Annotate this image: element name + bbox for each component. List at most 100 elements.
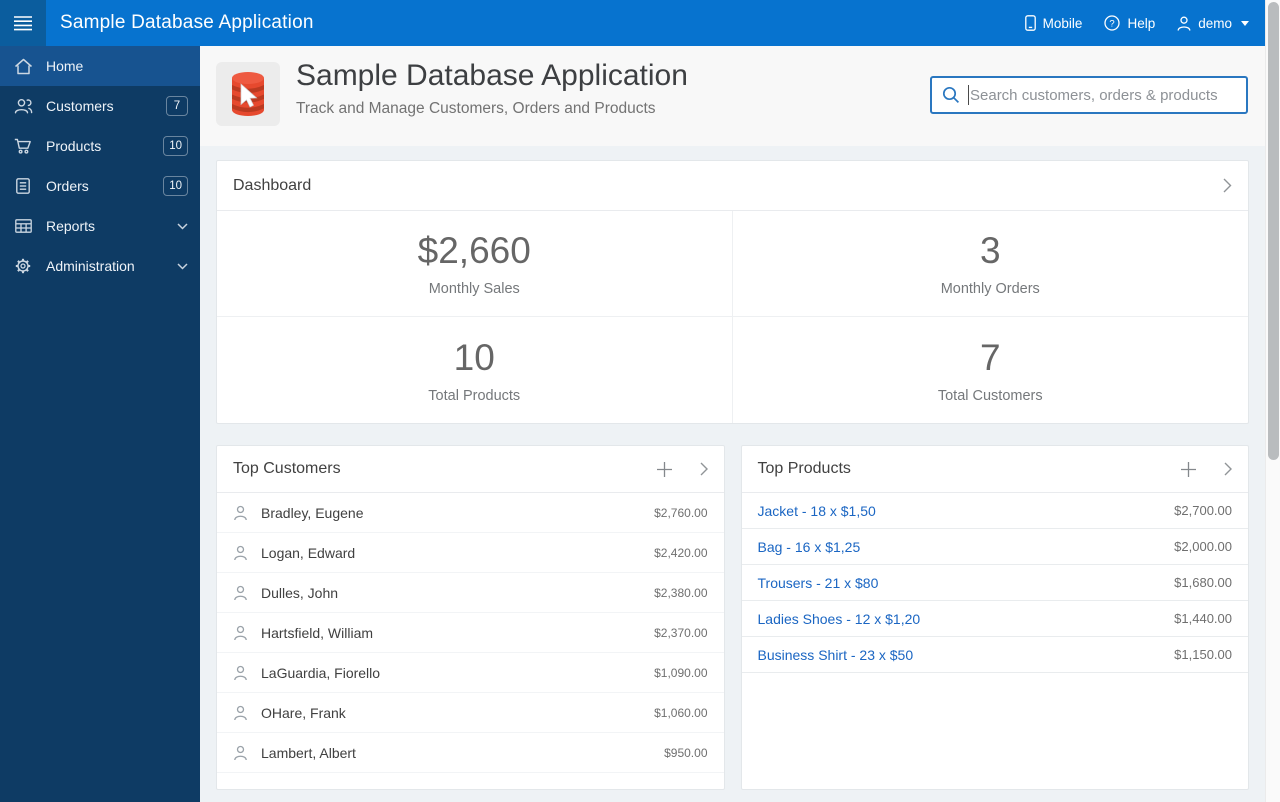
customer-row[interactable]: LaGuardia, Fiorello $1,090.00	[217, 653, 724, 693]
sidebar-item-label: Administration	[46, 258, 135, 274]
product-row: Bag - 16 x $1,25 $2,000.00	[741, 529, 1248, 565]
metric-label: Total Products	[428, 387, 521, 404]
person-icon	[233, 625, 248, 641]
top-products-card: Top Products Jacket - 18 x $1,50 $2,700.…	[740, 445, 1249, 790]
home-icon	[0, 58, 46, 75]
sidebar-navigation: Home Customers 7 Products 10 Orders 10 R…	[0, 46, 200, 802]
app-header: Sample Database Application Track and Ma…	[200, 46, 1265, 146]
product-row: Trousers - 21 x $80 $1,680.00	[741, 565, 1248, 601]
gear-icon	[0, 257, 46, 275]
vertical-scrollbar[interactable]	[1265, 0, 1280, 802]
product-amount: $1,440.00	[1174, 611, 1232, 626]
metric-label: Monthly Orders	[940, 281, 1040, 297]
product-amount: $1,150.00	[1174, 647, 1232, 662]
sidebar-toggle-button[interactable]	[0, 0, 46, 46]
person-icon	[233, 505, 248, 521]
sidebar-item-reports[interactable]: Reports	[0, 206, 200, 246]
metric-value: 7	[979, 336, 1001, 378]
cards-row: Top Customers Bradley, Eugene $2,760.00 …	[216, 445, 1249, 790]
hamburger-menu-icon	[14, 15, 32, 31]
add-product-button[interactable]	[1180, 461, 1197, 478]
product-row: Jacket - 18 x $1,50 $2,700.00	[741, 493, 1248, 529]
customer-name: Bradley, Eugene	[261, 504, 364, 521]
sidebar-item-label: Products	[46, 138, 102, 154]
product-amount: $2,700.00	[1174, 503, 1232, 518]
app-title-block: Sample Database Application Track and Ma…	[296, 59, 688, 118]
caret-down-icon	[1241, 20, 1249, 26]
chevron-right-icon[interactable]	[1224, 462, 1232, 476]
products-count-badge: 10	[163, 136, 188, 156]
customer-name: Dulles, John	[261, 584, 339, 601]
chevron-down-icon	[177, 222, 188, 230]
search-icon	[942, 86, 960, 104]
add-customer-button[interactable]	[656, 461, 673, 478]
window-title: Sample Database Application	[60, 12, 314, 33]
cart-icon	[0, 138, 46, 154]
customer-name: LaGuardia, Fiorello	[261, 664, 381, 681]
customer-name: OHare, Frank	[261, 704, 346, 721]
customer-row[interactable]: Logan, Edward $2,420.00	[217, 533, 724, 573]
person-icon	[233, 745, 248, 761]
main-content: Sample Database Application Track and Ma…	[200, 46, 1265, 802]
help-circle-icon: ?	[1104, 15, 1121, 31]
customer-row[interactable]: Dulles, John $2,380.00	[217, 573, 724, 613]
customer-row[interactable]: Hartsfield, William $2,370.00	[217, 613, 724, 653]
metric-total-products: 10 Total Products	[217, 317, 733, 423]
search-input[interactable]	[970, 86, 1236, 104]
content-area: Dashboard $2,660 Monthly Sales 3 Monthly…	[200, 146, 1265, 802]
orders-count-badge: 10	[163, 176, 188, 196]
sidebar-item-customers[interactable]: Customers 7	[0, 86, 200, 126]
product-link[interactable]: Jacket - 18 x $1,50	[758, 503, 876, 519]
page-subtitle: Track and Manage Customers, Orders and P…	[296, 100, 656, 117]
sidebar-item-orders[interactable]: Orders 10	[0, 166, 200, 206]
metric-monthly-sales: $2,660 Monthly Sales	[217, 211, 733, 317]
top-customers-card: Top Customers Bradley, Eugene $2,760.00 …	[216, 445, 725, 790]
product-amount: $1,680.00	[1174, 575, 1232, 590]
card-actions	[656, 461, 708, 478]
reports-table-icon	[0, 219, 46, 233]
customer-amount: $2,370.00	[654, 625, 708, 640]
app-logo	[216, 62, 280, 126]
customer-amount: $2,380.00	[654, 585, 708, 600]
sidebar-item-label: Home	[46, 58, 84, 74]
page-title: Sample Database Application	[296, 59, 688, 92]
metric-value: $2,660	[417, 230, 531, 271]
customer-amount: $1,060.00	[654, 705, 708, 720]
mobile-label: Mobile	[1042, 15, 1083, 31]
metric-total-customers: 7 Total Customers	[733, 317, 1249, 423]
help-menu-item[interactable]: ? Help	[1104, 15, 1155, 31]
product-link[interactable]: Bag - 16 x $1,25	[758, 539, 861, 555]
customer-row[interactable]: OHare, Frank $1,060.00	[217, 693, 724, 733]
customer-row[interactable]: Lambert, Albert $950.00	[217, 733, 724, 773]
sidebar-item-home[interactable]: Home	[0, 46, 200, 86]
metric-label: Monthly Sales	[428, 281, 520, 297]
person-icon	[233, 705, 248, 721]
product-row: Ladies Shoes - 12 x $1,20 $1,440.00	[741, 601, 1248, 637]
scrollbar-thumb[interactable]	[1268, 2, 1279, 460]
metrics-grid: $2,660 Monthly Sales 3 Monthly Orders 10…	[217, 211, 1248, 423]
product-amount: $2,000.00	[1174, 539, 1232, 554]
product-link[interactable]: Business Shirt - 23 x $50	[758, 647, 914, 663]
chevron-right-icon[interactable]	[700, 462, 708, 476]
top-navigation-bar: Sample Database Application Mobile ? Hel	[0, 0, 1265, 46]
global-search-box[interactable]	[930, 76, 1248, 114]
page: Sample Database Application Mobile ? Hel	[0, 0, 1280, 802]
sidebar-item-products[interactable]: Products 10	[0, 126, 200, 166]
dashboard-title: Dashboard	[233, 176, 312, 194]
product-link[interactable]: Ladies Shoes - 12 x $1,20	[758, 611, 921, 627]
customer-amount: $1,090.00	[654, 665, 708, 680]
top-customers-header: Top Customers	[217, 446, 724, 493]
metric-value: 10	[453, 336, 495, 378]
person-icon	[233, 665, 248, 681]
product-link[interactable]: Trousers - 21 x $80	[758, 575, 879, 591]
chevron-right-icon[interactable]	[1223, 178, 1232, 193]
top-products-header: Top Products	[741, 446, 1248, 493]
help-label: Help	[1127, 15, 1156, 31]
customer-name: Lambert, Albert	[261, 744, 356, 761]
svg-text:?: ?	[1110, 18, 1115, 29]
sidebar-item-administration[interactable]: Administration	[0, 246, 200, 286]
customer-row[interactable]: Bradley, Eugene $2,760.00	[217, 493, 724, 533]
mobile-menu-item[interactable]: Mobile	[1024, 15, 1083, 31]
user-menu[interactable]: demo	[1177, 16, 1249, 31]
metric-monthly-orders: 3 Monthly Orders	[732, 211, 1248, 317]
